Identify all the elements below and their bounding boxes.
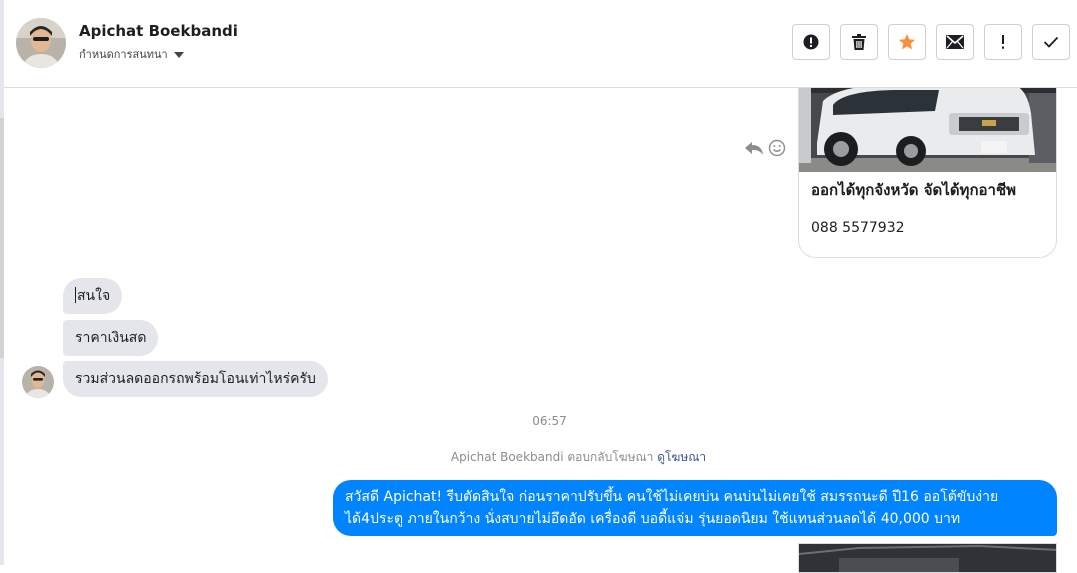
caret-down-icon bbox=[173, 51, 184, 58]
ad-card-title: ออกได้ทุกจังหวัด จัดได้ทุกอาชีพ bbox=[811, 181, 1017, 199]
exclamation-icon bbox=[1002, 35, 1004, 49]
message-text-line: สวัสดี Apichat! รีบตัดสินใจ ก่อนราคาปรับ… bbox=[345, 489, 999, 505]
trash-icon bbox=[852, 34, 866, 50]
assign-label: กำหนดการสนทนา bbox=[79, 48, 168, 61]
incoming-message[interactable]: รวมส่วนลดออกรถพร้อมโอนเท่าไหร่ครับ bbox=[63, 361, 328, 397]
ad-reply-text: Apichat Boekbandi ตอบกลับโฆษณา bbox=[450, 450, 654, 464]
envelope-icon bbox=[946, 35, 964, 49]
alert-circle-icon bbox=[803, 34, 819, 50]
outgoing-message[interactable]: สวัสดี Apichat! รีบตัดสินใจ ก่อนราคาปรับ… bbox=[333, 480, 1057, 536]
mark-spam-button[interactable] bbox=[792, 24, 830, 60]
message-text: ราคาเงินสด bbox=[75, 330, 147, 346]
incoming-message[interactable]: ราคาเงินสด bbox=[63, 320, 159, 356]
assign-conversation-dropdown[interactable]: กำหนดการสนทนา bbox=[79, 45, 184, 63]
ad-card-image-partial[interactable] bbox=[798, 543, 1057, 573]
conversation-header: Apichat Boekbandi กำหนดการสนทนา bbox=[4, 0, 1077, 88]
mark-unread-button[interactable] bbox=[936, 24, 974, 60]
scrollbar-thumb[interactable] bbox=[0, 118, 4, 358]
reply-icon[interactable] bbox=[744, 140, 764, 156]
message-actions bbox=[744, 139, 786, 157]
follow-up-button[interactable] bbox=[984, 24, 1022, 60]
text-cursor bbox=[75, 286, 76, 303]
sender-avatar[interactable] bbox=[22, 366, 54, 398]
message-text: รวมส่วนลดออกรถพร้อมโอนเท่าไหร่ครับ bbox=[75, 371, 316, 387]
incoming-message[interactable]: สนใจ bbox=[63, 278, 123, 314]
message-text-line: ได้4ประตู ภายในกว้าง นั่งสบายไม่อึดอัด เ… bbox=[345, 511, 961, 527]
view-ad-link[interactable]: ดูโฆษณา bbox=[657, 450, 706, 464]
star-icon bbox=[898, 33, 916, 50]
delete-button[interactable] bbox=[840, 24, 878, 60]
emoji-icon[interactable] bbox=[768, 139, 786, 157]
contact-name[interactable]: Apichat Boekbandi bbox=[79, 22, 238, 40]
message-timestamp: 06:57 bbox=[532, 414, 567, 428]
mark-done-button[interactable] bbox=[1032, 24, 1070, 60]
contact-avatar[interactable] bbox=[16, 18, 66, 68]
message-text: สนใจ bbox=[77, 288, 111, 304]
ad-card-phone: 088 5577932 bbox=[811, 220, 905, 236]
ad-card[interactable]: ออกได้ทุกจังหวัด จัดได้ทุกอาชีพ 088 5577… bbox=[798, 62, 1057, 258]
checkmark-icon bbox=[1043, 36, 1059, 48]
ad-reply-note: Apichat Boekbandi ตอบกลับโฆษณา ดูโฆษณา bbox=[0, 448, 1077, 467]
star-button[interactable] bbox=[888, 24, 926, 60]
